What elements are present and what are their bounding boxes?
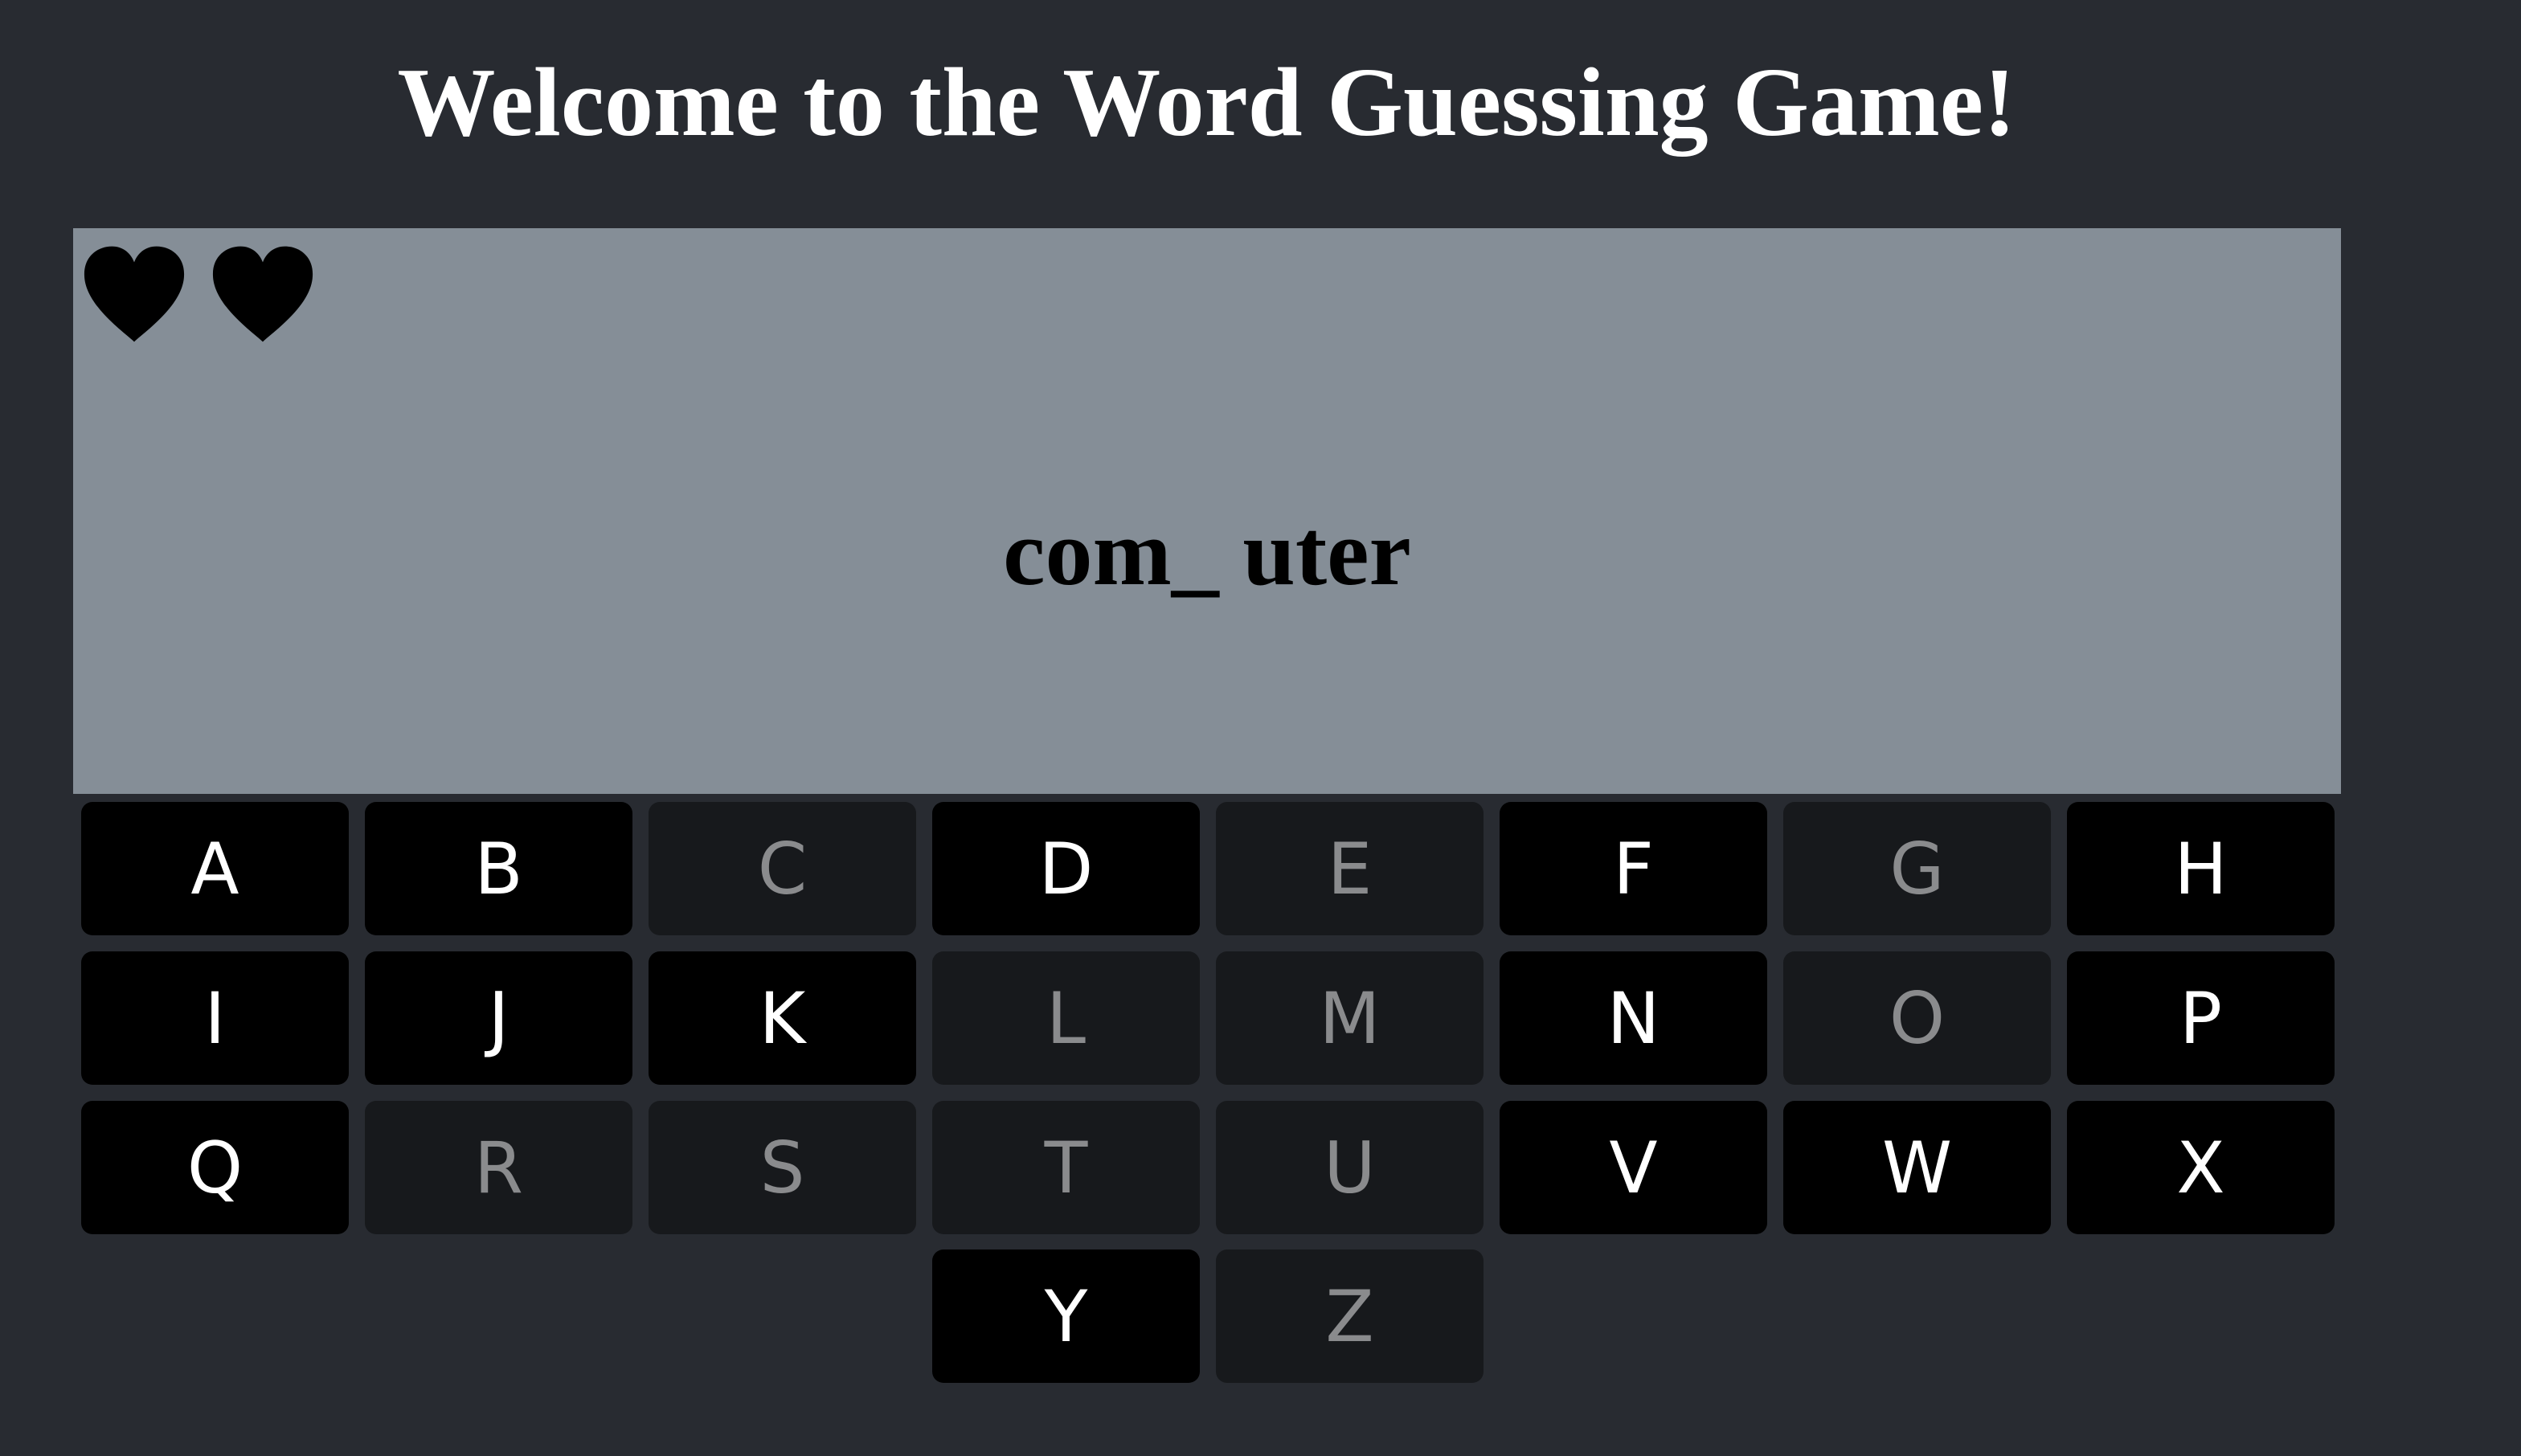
key-i[interactable]: I bbox=[81, 951, 349, 1085]
key-n[interactable]: N bbox=[1500, 951, 1767, 1085]
key-v[interactable]: V bbox=[1500, 1101, 1767, 1234]
key-d[interactable]: D bbox=[932, 802, 1200, 935]
key-o: O bbox=[1783, 951, 2051, 1085]
key-p[interactable]: P bbox=[2067, 951, 2335, 1085]
key-s: S bbox=[649, 1101, 916, 1234]
key-x[interactable]: X bbox=[2067, 1101, 2335, 1234]
key-e: E bbox=[1216, 802, 1484, 935]
key-q[interactable]: Q bbox=[81, 1101, 349, 1234]
key-f[interactable]: F bbox=[1500, 802, 1767, 935]
key-c: C bbox=[649, 802, 916, 935]
key-r: R bbox=[365, 1101, 632, 1234]
key-u: U bbox=[1216, 1101, 1484, 1234]
key-j[interactable]: J bbox=[365, 951, 632, 1085]
key-h[interactable]: H bbox=[2067, 802, 2335, 935]
key-t: T bbox=[932, 1101, 1200, 1234]
key-k[interactable]: K bbox=[649, 951, 916, 1085]
letter-keyboard: ABCDEFGH IJKLMNOP QRSTUVWX YZ bbox=[0, 0, 2521, 1456]
key-m: M bbox=[1216, 951, 1484, 1085]
key-g: G bbox=[1783, 802, 2051, 935]
key-l: L bbox=[932, 951, 1200, 1085]
key-w[interactable]: W bbox=[1783, 1101, 2051, 1234]
key-a[interactable]: A bbox=[81, 802, 349, 935]
key-y[interactable]: Y bbox=[932, 1249, 1200, 1383]
key-b[interactable]: B bbox=[365, 802, 632, 935]
key-z: Z bbox=[1216, 1249, 1484, 1383]
